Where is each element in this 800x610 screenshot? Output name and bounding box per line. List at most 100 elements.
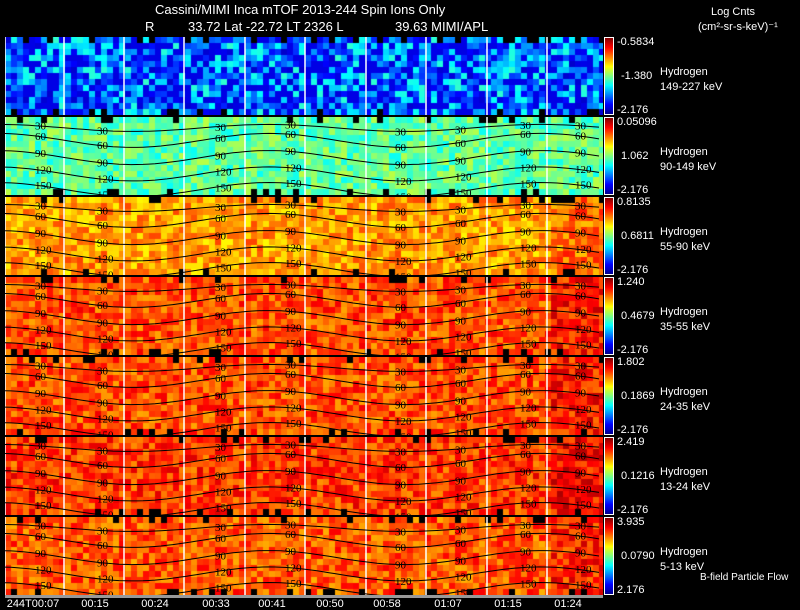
pitch-angle-contour (5, 326, 600, 342)
colorbar-mid-value: 0.1869 (621, 390, 655, 402)
species-name: Hydrogen (660, 146, 708, 158)
contour-label: 60 (97, 140, 109, 152)
contour-label: 120 (97, 494, 114, 506)
contour-label: 30 (395, 206, 407, 218)
energy-range: 149-227 keV (660, 81, 723, 93)
colorbar-mid-value: 0.6811 (621, 230, 654, 242)
colorbar (604, 117, 614, 195)
colorbar-max-value: 1.240 (617, 276, 645, 288)
contour-label: 90 (395, 479, 407, 491)
contour-label: 150 (215, 342, 232, 354)
contour-label: 150 (215, 582, 232, 594)
contour-label: 30 (97, 125, 109, 137)
colorbar-max-value: 1.802 (617, 356, 645, 368)
saturn-label: saturn (152, 28, 186, 40)
contour-label: 60 (35, 371, 47, 383)
contour-label: 60 (97, 460, 109, 472)
pitch-angle-contour (5, 550, 600, 566)
contour-label: 150 (97, 429, 114, 435)
colorbar-title: Log Cnts (711, 6, 756, 18)
contour-label: 150 (575, 500, 592, 512)
contour-label: 120 (395, 416, 412, 428)
contour-label: 60 (215, 373, 227, 385)
contour-label: 120 (455, 492, 472, 504)
contour-label: 60 (455, 538, 467, 550)
colorbar-max-value: 2.419 (617, 436, 645, 448)
pitch-angle-contour (5, 421, 600, 435)
contour-label: 90 (520, 386, 532, 398)
x-tick-label: 00:15 (81, 598, 109, 610)
contour-label: 120 (395, 336, 412, 348)
contour-label: 90 (575, 388, 587, 400)
colorbar-min-value: -2.176 (617, 424, 649, 436)
contour-label: 60 (575, 130, 587, 142)
contour-label: 90 (520, 546, 532, 558)
species-label: Hydrogen 149-227 keV (660, 65, 722, 95)
contour-label: 150 (455, 347, 472, 355)
contour-label: 120 (285, 562, 302, 574)
contour-label: 60 (215, 133, 227, 145)
contour-label: 120 (97, 334, 114, 346)
contour-label: 150 (520, 178, 537, 190)
pitch-angle-contour (5, 261, 600, 275)
contour-label: 120 (575, 404, 592, 416)
contour-label: 60 (215, 293, 227, 305)
contour-label: 120 (285, 322, 302, 334)
species-name: Hydrogen (660, 546, 708, 558)
contour-label: 90 (520, 466, 532, 478)
energy-range: 90-149 keV (660, 161, 717, 173)
contour-label: 90 (215, 230, 227, 242)
x-tick-label: 00:33 (202, 598, 230, 610)
contour-label: 90 (395, 239, 407, 251)
contour-label: 60 (285, 129, 297, 141)
contour-label: 60 (97, 540, 109, 552)
contour-label: 120 (520, 483, 537, 495)
pitch-angle-contour (5, 123, 600, 132)
contour-label: 60 (35, 211, 47, 223)
contour-label: 30 (215, 282, 227, 294)
pitch-angle-contour (5, 390, 600, 406)
colorbar-min-value: -2.176 (617, 184, 649, 196)
contour-label: 60 (520, 129, 532, 141)
contour-label: 120 (285, 242, 302, 254)
spectrogram-panel: 30 30 30 30 30 30 30 30 60 60 60 60 60 60 60 60 90 90 90 90… (5, 437, 603, 515)
contour-label: 150 (285, 578, 302, 590)
contour-label: 90 (285, 386, 297, 398)
colorbar-max-value: 0.8135 (617, 196, 651, 208)
contour-label: 150 (35, 420, 52, 432)
contour-label: 150 (97, 349, 114, 355)
contour-label: 120 (520, 243, 537, 255)
contour-label: 30 (455, 444, 467, 456)
species-label: Hydrogen 35-55 keV (660, 305, 710, 335)
contour-label: 90 (455, 155, 467, 167)
colorbar-units: (cm²-sr-s-keV)⁻¹ (698, 21, 778, 33)
contour-label: 90 (97, 397, 109, 409)
contour-label: 120 (455, 412, 472, 424)
contour-label: 60 (35, 451, 47, 463)
contour-label: 90 (575, 228, 587, 240)
colorbar-max-value: -0.5834 (617, 36, 655, 48)
contour-label: 90 (285, 546, 297, 558)
contour-label: 90 (35, 228, 47, 240)
contour-label: 150 (575, 420, 592, 432)
l-value: 39.63 MIMI/APL (395, 19, 489, 34)
contour-label: 60 (575, 530, 587, 542)
colorbar-mid-value: -1.380 (621, 70, 653, 82)
plot-title: Cassini/MIMI Inca mTOF 2013-244 Spin Ion… (155, 2, 446, 17)
pitch-angle-contour (5, 523, 600, 532)
contour-label: 120 (395, 496, 412, 508)
spectrogram-panel: 30 30 30 30 30 30 30 30 60 60 60 60 60 60 60 60 90 90 90 90… (5, 117, 603, 195)
contour-label: 90 (520, 226, 532, 238)
contour-label: 120 (215, 167, 232, 179)
contour-label: 150 (395, 511, 412, 515)
contour-label: 120 (35, 324, 52, 336)
contour-label: 120 (215, 407, 232, 419)
contour-label: 90 (455, 475, 467, 487)
contour-label: 60 (97, 220, 109, 232)
pitch-angle-contour (5, 230, 600, 246)
contour-label: 150 (455, 587, 472, 595)
contour-label: 90 (455, 235, 467, 247)
pitch-angle-contour (5, 212, 600, 228)
contour-label: 90 (395, 159, 407, 171)
contour-label: 90 (395, 559, 407, 571)
